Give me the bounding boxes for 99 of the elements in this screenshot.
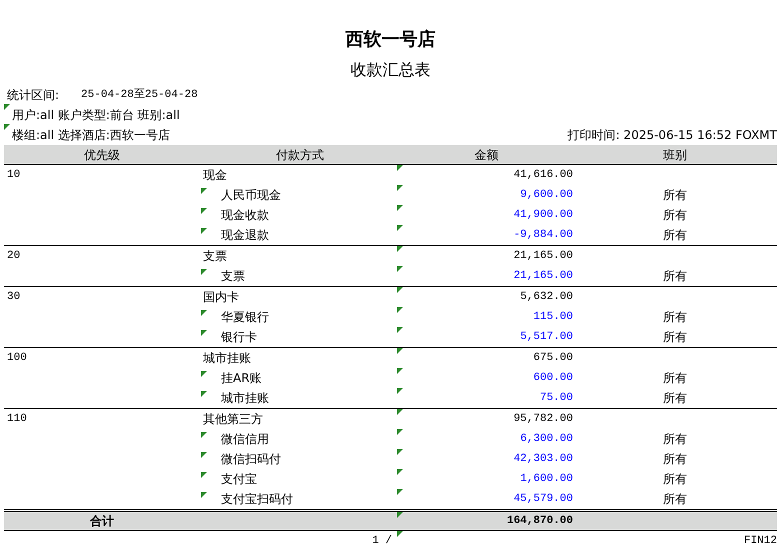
print-time: 打印时间: 2025-06-15 16:52 FOXMT <box>568 127 777 143</box>
shift-cell-text: 所有 <box>662 390 688 407</box>
corner-marker-icon <box>397 246 403 252</box>
period-label: 统计区间: <box>7 87 60 103</box>
priority-cell-text: 110 <box>6 412 28 427</box>
amount-cell-text: 41,616.00 <box>514 168 573 183</box>
method-cell-text: 华夏银行 <box>221 309 269 326</box>
corner-marker-icon <box>201 330 207 336</box>
corner-marker-icon <box>397 469 403 475</box>
corner-marker-icon <box>397 165 403 171</box>
shift-cell-text: 所有 <box>662 268 688 285</box>
corner-marker-icon <box>397 388 403 394</box>
amount-cell-text: 75.00 <box>540 390 573 406</box>
total-label: 合计 <box>89 513 115 530</box>
column-header: 班别 <box>662 146 688 164</box>
amount-cell-text: 21,165.00 <box>514 248 573 264</box>
amount-cell-text: 45,579.00 <box>514 492 573 507</box>
amount-cell-text: 95,782.00 <box>514 412 573 427</box>
priority-cell-text: 20 <box>6 248 22 264</box>
corner-marker-icon <box>201 228 207 234</box>
priority-cell-text: 30 <box>6 290 22 305</box>
corner-marker-icon <box>397 205 403 211</box>
method-cell-text: 挂AR账 <box>221 370 262 387</box>
column-header: 金额 <box>474 146 500 164</box>
column-header: 优先级 <box>83 146 121 164</box>
corner-marker-icon <box>201 472 207 478</box>
amount-cell-text: -9,884.00 <box>514 228 573 243</box>
amount-cell-text: 42,303.00 <box>514 452 573 467</box>
shift-cell-text: 所有 <box>662 491 688 508</box>
report-title: 西软一号店 <box>346 28 436 52</box>
page-number: 1 / <box>371 534 393 546</box>
corner-marker-icon <box>397 409 403 415</box>
shift-cell-text: 所有 <box>662 329 688 346</box>
corner-marker-icon <box>4 124 10 130</box>
priority-cell-text: 10 <box>6 168 22 183</box>
corner-marker-icon <box>201 391 207 397</box>
amount-cell-text: 6,300.00 <box>520 432 573 447</box>
amount-cell-text: 675.00 <box>533 350 573 366</box>
corner-marker-icon <box>201 492 207 498</box>
corner-marker-icon <box>397 449 403 455</box>
corner-marker-icon <box>397 368 403 374</box>
corner-marker-icon <box>397 429 403 435</box>
corner-marker-icon <box>397 489 403 495</box>
method-cell-text: 现金 <box>202 167 228 184</box>
corner-marker-icon <box>397 307 403 313</box>
filter-text: 楼组:all 选择酒店:西软一号店 <box>12 128 170 142</box>
method-cell-text: 银行卡 <box>221 329 257 346</box>
corner-marker-icon <box>397 287 403 293</box>
corner-marker-icon <box>397 266 403 272</box>
method-cell-text: 人民币现金 <box>221 187 281 204</box>
corner-marker-icon <box>201 371 207 377</box>
shift-cell-text: 所有 <box>662 309 688 326</box>
method-cell-text: 微信信用 <box>221 431 269 448</box>
method-cell-text: 现金收款 <box>221 207 269 224</box>
amount-cell-text: 41,900.00 <box>514 208 573 223</box>
corner-marker-icon <box>201 208 207 214</box>
column-header: 付款方式 <box>275 146 325 164</box>
total-amount: 164,870.00 <box>506 514 573 529</box>
filter-text: 用户:all 账户类型:前台 班别:all <box>12 108 180 122</box>
amount-cell-text: 115.00 <box>533 310 573 325</box>
method-cell-text: 支付宝扫码付 <box>221 491 293 508</box>
amount-cell-text: 5,517.00 <box>520 330 573 345</box>
amount-cell-text: 21,165.00 <box>514 268 573 284</box>
corner-marker-icon <box>397 512 403 518</box>
corner-marker-icon <box>397 348 403 354</box>
corner-marker-icon <box>201 452 207 458</box>
shift-cell-text: 所有 <box>662 431 688 448</box>
corner-marker-icon <box>201 310 207 316</box>
amount-cell-text: 9,600.00 <box>520 188 573 203</box>
corner-marker-icon <box>397 225 403 231</box>
shift-cell-text: 所有 <box>662 187 688 204</box>
amount-cell-text: 1,600.00 <box>520 472 573 487</box>
shift-cell-text: 所有 <box>662 451 688 468</box>
method-cell-text: 支票 <box>221 268 245 285</box>
shift-cell-text: 所有 <box>662 227 688 244</box>
corner-marker-icon <box>201 432 207 438</box>
corner-marker-icon <box>201 188 207 194</box>
method-cell-text: 微信扫码付 <box>221 451 281 468</box>
shift-cell-text: 所有 <box>662 370 688 387</box>
method-cell-text: 支票 <box>202 248 228 265</box>
shift-cell-text: 所有 <box>662 471 688 488</box>
corner-marker-icon <box>397 327 403 333</box>
method-cell-text: 现金退款 <box>221 227 269 244</box>
method-cell-text: 城市挂账 <box>202 350 252 367</box>
corner-marker-icon <box>397 531 403 537</box>
report-code: FIN12 <box>742 534 777 546</box>
period-value: 25-04-28至25-04-28 <box>81 88 198 103</box>
report-subtitle: 收款汇总表 <box>350 59 430 81</box>
corner-marker-icon <box>4 104 10 110</box>
method-cell-text: 国内卡 <box>202 289 240 306</box>
amount-cell-text: 5,632.00 <box>520 290 573 305</box>
corner-marker-icon <box>201 269 207 275</box>
method-cell-text: 支付宝 <box>221 471 257 488</box>
method-cell-text: 其他第三方 <box>202 411 264 428</box>
corner-marker-icon <box>397 185 403 191</box>
shift-cell-text: 所有 <box>662 207 688 224</box>
method-cell-text: 城市挂账 <box>221 390 269 407</box>
priority-cell-text: 100 <box>6 350 28 366</box>
amount-cell-text: 600.00 <box>533 370 573 386</box>
